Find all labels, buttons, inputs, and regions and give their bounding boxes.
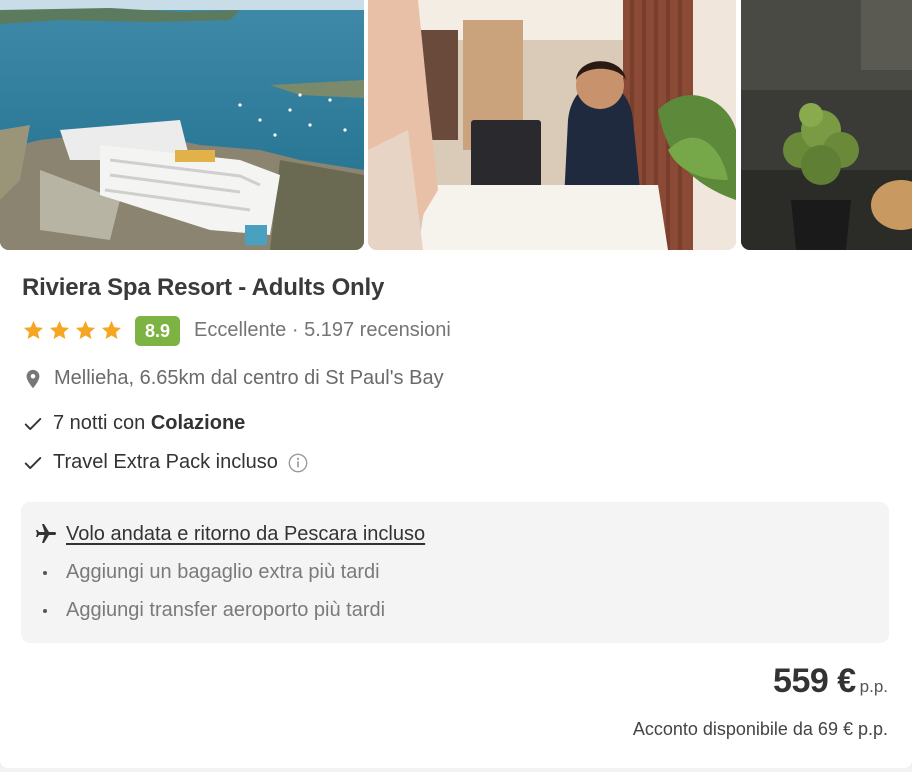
score-badge: 8.9 [135, 315, 181, 346]
location-pin-icon [26, 369, 40, 388]
check-icon [24, 417, 42, 430]
flight-link[interactable]: Volo andata e ritorno da Pescara incluso [66, 523, 425, 546]
hotel-card[interactable]: Riviera Spa Resort - Adults Only 8.9 Ecc… [0, 0, 912, 768]
resort-aerial-photo[interactable] [0, 0, 364, 250]
star-rating [22, 319, 123, 342]
location-text: Mellieha, 6.65km dal centro di St Paul's… [54, 367, 444, 389]
rating-summary: Eccellente · 5.197 recensioni [194, 319, 451, 341]
board-type: Colazione [150, 412, 246, 434]
nights-label: 7 notti con [53, 412, 151, 434]
flight-row: Volo andata e ritorno da Pescara incluso [34, 522, 425, 546]
price-row: 559 € p.p. [773, 662, 888, 701]
photo-gallery[interactable] [0, 0, 912, 250]
flight-box: Volo andata e ritorno da Pescara incluso… [21, 502, 889, 643]
pack-label: Travel Extra Pack incluso [53, 451, 278, 473]
plane-icon [36, 524, 56, 543]
star-icon [49, 320, 70, 340]
price-unit: p.p. [859, 677, 888, 696]
inclusion-pack: Travel Extra Pack incluso [22, 451, 309, 474]
hotel-name[interactable]: Riviera Spa Resort - Adults Only [22, 274, 384, 302]
star-icon [23, 320, 44, 340]
reception-desk-photo[interactable] [368, 0, 736, 250]
addon-baggage: Aggiungi un bagaglio extra più tardi [43, 561, 380, 584]
addon-label: Aggiungi transfer aeroporto più tardi [66, 599, 386, 621]
inclusion-nights: 7 notti con Colazione [22, 412, 245, 435]
check-icon [24, 456, 42, 469]
location-row: Mellieha, 6.65km dal centro di St Paul's… [22, 367, 444, 390]
price-amount: 559 € [773, 662, 856, 700]
bullet [43, 608, 47, 613]
deposit-note: Acconto disponibile da 69 € p.p. [632, 719, 888, 739]
star-icon [101, 320, 122, 340]
star-icon [75, 320, 96, 340]
addon-transfer: Aggiungi transfer aeroporto più tardi [43, 599, 385, 622]
addon-label: Aggiungi un bagaglio extra più tardi [66, 561, 380, 583]
info-icon[interactable] [287, 452, 309, 474]
bullet [43, 570, 47, 575]
plant-photo[interactable] [741, 0, 912, 250]
rating-row: 8.9 Eccellente · 5.197 recensioni [22, 315, 451, 346]
